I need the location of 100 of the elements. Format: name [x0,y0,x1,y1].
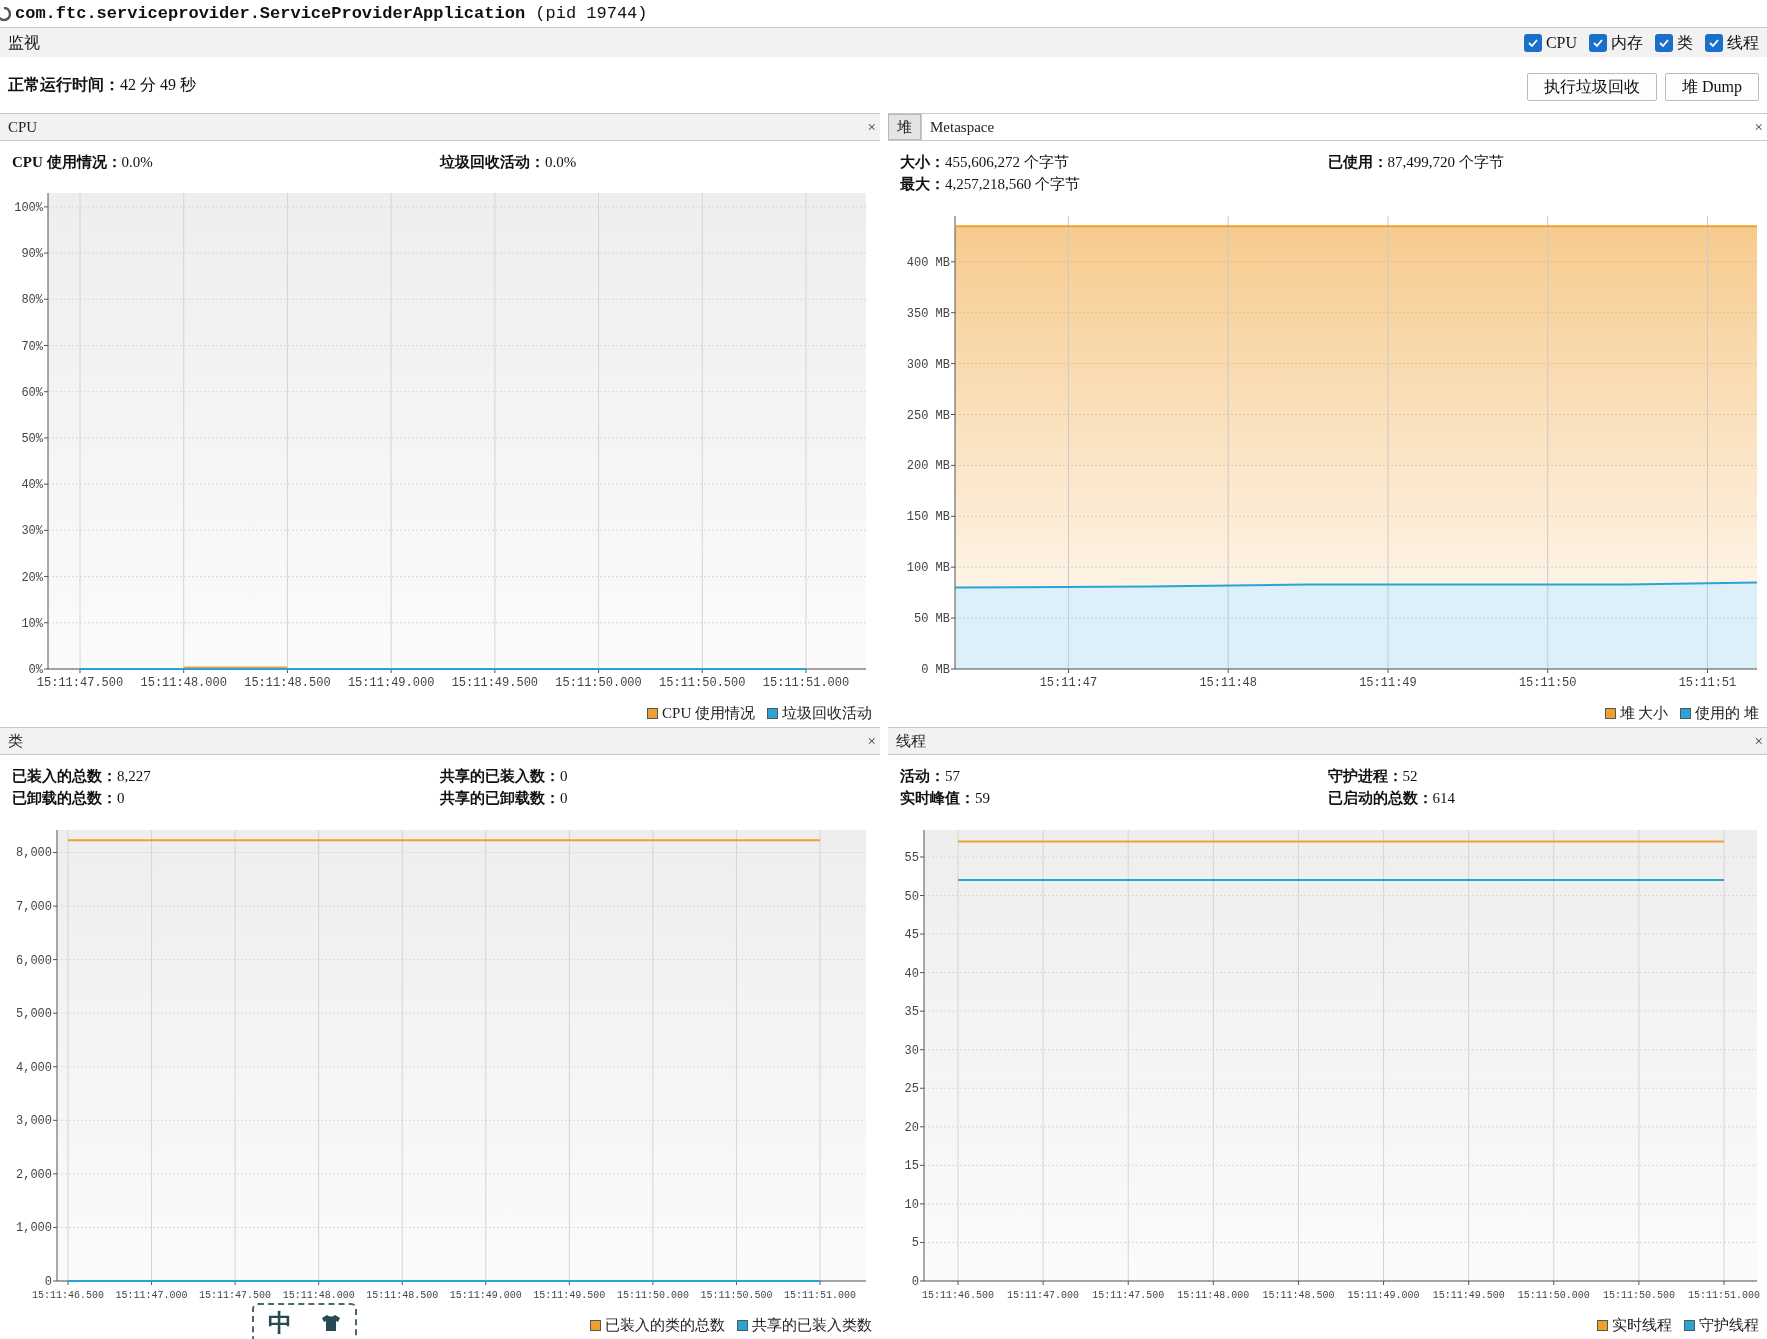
checkbox-label: 类 [1677,32,1693,53]
y-tick-label: 100% [14,200,43,215]
y-tick-label: 0% [28,663,43,677]
close-button[interactable]: × [1750,114,1767,140]
section-title: 监视 [8,32,40,53]
panel-title: CPU [7,117,39,137]
y-tick-label: 8,000 [16,846,52,861]
checkbox[interactable] [1705,33,1723,52]
panel-tab[interactable]: 堆 [888,114,921,140]
y-tick-label: 300 MB [906,357,950,372]
legend-label: 垃圾回收活动 [782,703,872,723]
y-tick-label: 0 [911,1275,919,1289]
y-tick-label: 4,000 [16,1060,52,1075]
x-tick-label: 15:11:48.000 [140,676,227,690]
y-tick-label: 55 [904,851,919,865]
checkbox[interactable] [1655,33,1673,52]
x-tick-label: 15:11:50 [1518,676,1577,690]
legend-label: 实时线程 [1612,1315,1672,1335]
legend-label: 共享的已装入类数 [752,1315,872,1335]
x-tick-label: 15:11:48.000 [1177,1290,1250,1301]
x-tick-label: 15:11:50.500 [659,676,746,690]
y-tick-label: 30 [904,1043,919,1058]
x-tick-label: 15:11:47.500 [1092,1290,1165,1301]
close-button[interactable]: × [863,114,880,140]
x-tick-label: 15:11:46.500 [922,1290,994,1301]
y-tick-label: 0 [44,1275,52,1289]
y-tick-label: 200 MB [906,459,950,474]
stat-text: CPU 使用情况：0.0% [12,153,153,172]
stat-text: 大小：455,606,272 个字节 [900,153,1069,172]
y-tick-label: 150 MB [906,510,950,525]
y-tick-label: 10 [904,1197,919,1212]
y-tick-label: 400 MB [906,255,950,270]
stat-text: 共享的已装入数：0 [440,767,568,786]
stat-text: 垃圾回收活动：0.0% [440,153,577,172]
y-tick-label: 7,000 [16,900,52,915]
y-tick-label: 20 [904,1120,919,1135]
y-tick-label: 1,000 [16,1221,52,1236]
loading-icon [0,6,11,21]
y-tick-label: 3,000 [16,1114,52,1129]
close-button[interactable]: × [863,728,880,754]
ime-mode-label[interactable]: 中 [268,1305,293,1339]
shirt-icon[interactable] [320,1314,341,1332]
panel-title: 类 [7,731,24,751]
y-tick-label: 90% [21,247,43,262]
legend-label: CPU 使用情况 [662,703,755,723]
x-tick-label: 15:11:48.500 [1262,1290,1335,1301]
panel-title: 线程 [895,731,927,751]
x-tick-label: 15:11:50.500 [700,1290,773,1301]
x-tick-label: 15:11:47.500 [199,1290,272,1301]
legend-label: 已装入的类的总数 [605,1315,725,1335]
x-tick-label: 15:11:48.500 [244,676,331,690]
x-tick-label: 15:11:48.000 [282,1290,355,1301]
legend-label: 守护线程 [1699,1315,1759,1335]
y-tick-label: 30% [21,524,43,539]
x-tick-label: 15:11:48.500 [366,1290,439,1301]
x-tick-label: 15:11:47.500 [36,676,124,690]
y-tick-label: 45 [904,928,919,943]
x-tick-label: 15:11:49.500 [533,1290,606,1301]
legend-label: 堆 大小 [1619,703,1669,723]
y-tick-label: 100 MB [906,561,950,576]
x-tick-label: 15:11:51.000 [784,1290,856,1301]
y-tick-label: 5,000 [16,1007,52,1022]
y-tick-label: 60% [21,385,43,400]
stat-text: 共享的已卸载数：0 [440,789,568,808]
stat-text: 守护进程：52 [1327,767,1418,786]
close-button[interactable]: × [1750,728,1767,754]
y-tick-label: 10% [21,616,43,631]
ime-toolbar[interactable]: 中 [252,1303,357,1339]
y-tick-label: 40% [21,478,43,493]
y-tick-label: 40 [904,966,919,981]
x-tick-label: 15:11:50.000 [1517,1290,1590,1301]
stat-text: 已启动的总数：614 [1327,789,1455,808]
y-tick-label: 25 [904,1082,919,1097]
checkbox[interactable] [1523,33,1542,52]
y-tick-label: 50 [904,889,919,904]
y-tick-label: 2,000 [16,1167,52,1182]
x-tick-label: 15:11:51 [1678,676,1737,690]
stat-text: 活动：57 [900,767,960,786]
action-button[interactable]: 堆 Dump [1665,73,1759,101]
x-tick-label: 15:11:50.000 [616,1290,689,1301]
x-tick-label: 15:11:47 [1039,676,1098,690]
stat-text: 实时峰值：59 [900,789,990,808]
y-tick-label: 0 MB [921,663,950,677]
x-tick-label: 15:11:50.500 [1602,1290,1675,1301]
x-tick-label: 15:11:49.000 [449,1290,522,1301]
y-tick-label: 50 MB [914,612,950,627]
y-tick-label: 50% [21,431,43,446]
x-tick-label: 15:11:49.500 [451,676,539,690]
checkbox[interactable] [1589,33,1607,52]
stat-text: 已装入的总数：8,227 [12,767,151,786]
window-title: com.ftc.serviceprovider.ServiceProviderApplication (pid 19744) [15,2,648,25]
action-button[interactable]: 执行垃圾回收 [1527,73,1657,101]
y-tick-label: 350 MB [906,306,950,321]
x-tick-label: 15:11:51.000 [762,676,850,690]
y-tick-label: 20% [21,570,43,585]
y-tick-label: 15 [904,1159,919,1174]
stat-text: 已使用：87,499,720 个字节 [1327,153,1504,172]
x-tick-label: 15:11:49 [1359,676,1417,690]
y-tick-label: 6,000 [16,953,52,968]
x-tick-label: 15:11:49.500 [1432,1290,1505,1301]
